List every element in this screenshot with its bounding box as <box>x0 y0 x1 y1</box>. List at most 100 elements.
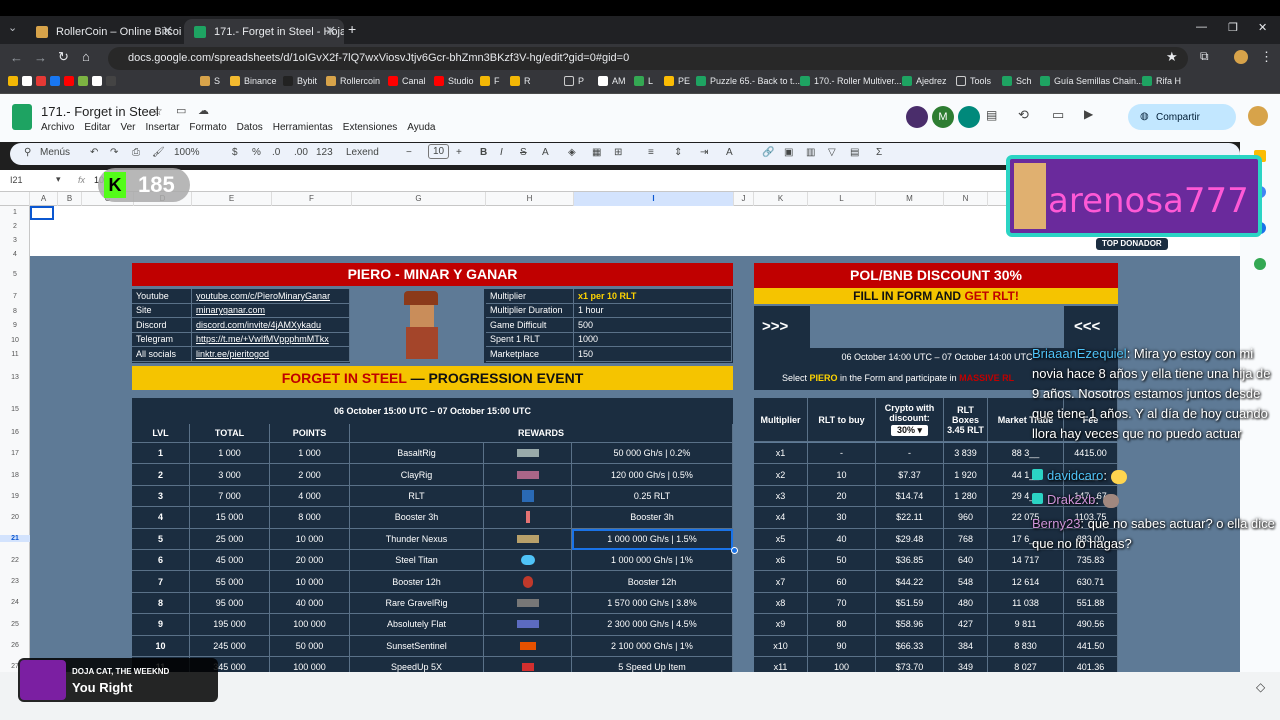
table-cell[interactable]: 630.71 <box>1064 571 1118 593</box>
table-cell[interactable]: 50 000 <box>270 635 350 657</box>
table-cell[interactable]: 10 000 <box>270 571 350 593</box>
menu-archivo[interactable]: Archivo <box>41 122 74 133</box>
merge-icon[interactable]: ⊞ <box>614 147 622 158</box>
table-cell[interactable] <box>484 571 572 593</box>
table-cell[interactable]: 100 000 <box>270 614 350 636</box>
zoom-select[interactable]: 100% <box>174 147 200 158</box>
social-link[interactable]: discord.com/invite/4jAMXykadu <box>192 318 350 333</box>
table-cell[interactable] <box>484 592 572 615</box>
table-cell[interactable]: 5 <box>132 528 190 550</box>
redo-icon[interactable]: ↷ <box>110 147 118 158</box>
table-cell[interactable]: Thunder Nexus <box>350 528 484 550</box>
home-icon[interactable]: ⌂ <box>82 49 90 64</box>
forward-icon[interactable]: → <box>34 50 47 65</box>
column-header[interactable]: G <box>352 192 486 206</box>
search-icon[interactable]: ⚲ <box>24 147 31 158</box>
table-cell[interactable]: 100 <box>808 657 876 672</box>
font-select[interactable]: Lexend <box>346 147 379 158</box>
maps-icon[interactable] <box>1254 258 1266 270</box>
filter-icon[interactable]: ▽ <box>828 147 836 158</box>
table-cell[interactable]: 384 <box>944 635 988 657</box>
tab-sheets[interactable]: 171.- Forget in Steel - Hojas de ✕ <box>184 19 344 44</box>
column-header[interactable]: M <box>876 192 944 206</box>
percent-icon[interactable]: % <box>252 147 261 158</box>
bookmark-item[interactable]: F <box>480 76 500 86</box>
doc-title[interactable]: 171.- Forget in Steel <box>41 104 159 119</box>
table-cell[interactable]: 4415.00 <box>1064 443 1118 465</box>
table-cell[interactable]: 441.50 <box>1064 635 1118 657</box>
bookmark-item[interactable]: Bybit <box>283 76 317 86</box>
table-cell[interactable]: 40 <box>808 528 876 550</box>
table-cell[interactable]: $44.22 <box>876 571 944 593</box>
social-link[interactable]: youtube.com/c/PieroMinaryGanar <box>192 289 350 304</box>
table-cell[interactable]: 2 300 000 Gh/s | 4.5% <box>572 614 733 636</box>
font-size-input[interactable]: 10 <box>428 144 450 159</box>
table-cell[interactable]: 1 280 <box>944 485 988 508</box>
table-cell[interactable]: 7 000 <box>190 485 270 508</box>
table-cell[interactable]: $22.11 <box>876 507 944 529</box>
table-cell[interactable]: $51.59 <box>876 592 944 615</box>
close-icon[interactable]: ✕ <box>325 23 336 39</box>
table-cell[interactable]: 245 000 <box>190 635 270 657</box>
profile-avatar[interactable] <box>1234 50 1248 64</box>
valign-icon[interactable]: ⇕ <box>674 147 682 158</box>
bookmark-item[interactable]: Puzzle 65.- Back to t... <box>696 76 800 86</box>
collaborator-avatar[interactable] <box>958 106 980 128</box>
row-header[interactable]: 9 <box>0 322 30 329</box>
table-cell[interactable]: x11 <box>754 657 808 672</box>
sheets-logo-icon[interactable] <box>12 104 32 130</box>
paint-format-icon[interactable]: 🖌 <box>152 147 165 158</box>
link-icon[interactable]: 🔗 <box>762 147 774 158</box>
table-cell[interactable]: 4 000 <box>270 485 350 508</box>
text-color-icon[interactable]: A <box>542 147 549 158</box>
table-cell[interactable]: 1 000 000 Gh/s | 1% <box>572 550 733 572</box>
tab-rollercoin[interactable]: RollerCoin – Online Bitcoin Mi ✕ <box>26 19 181 44</box>
table-cell[interactable]: ClayRig <box>350 464 484 486</box>
table-cell[interactable]: 4 <box>132 507 190 529</box>
table-cell[interactable]: 0.25 RLT <box>572 485 733 508</box>
table-cell[interactable]: RLT <box>350 485 484 508</box>
row-header[interactable]: 22 <box>0 557 30 564</box>
table-cell[interactable]: 1 000 <box>270 443 350 465</box>
table-cell[interactable]: 8 027 <box>988 657 1064 672</box>
history-icon[interactable]: ⟲ <box>1018 107 1029 123</box>
table-cell[interactable]: 3 839 <box>944 443 988 465</box>
row-header-selected[interactable]: 21 <box>0 535 30 542</box>
table-cell[interactable]: 70 <box>808 592 876 615</box>
table-cell[interactable]: 10 <box>808 464 876 486</box>
row-header[interactable]: 10 <box>0 337 30 344</box>
table-cell[interactable]: 120 000 Gh/s | 0.5% <box>572 464 733 486</box>
table-cell[interactable]: 960 <box>944 507 988 529</box>
table-cell[interactable]: 195 000 <box>190 614 270 636</box>
row-header[interactable]: 18 <box>0 472 30 479</box>
table-cell[interactable]: $66.33 <box>876 635 944 657</box>
table-cell[interactable]: 50 <box>808 550 876 572</box>
table-cell[interactable]: 349 <box>944 657 988 672</box>
table-cell[interactable]: 10 <box>132 635 190 657</box>
menus-search[interactable]: Menús <box>40 147 70 158</box>
bookmark-item[interactable]: R <box>510 76 531 86</box>
row-header[interactable]: 19 <box>0 493 30 500</box>
table-cell[interactable]: 490.56 <box>1064 614 1118 636</box>
bookmark-item[interactable]: Studio <box>434 76 474 86</box>
row-header[interactable]: 25 <box>0 621 30 628</box>
table-cell[interactable]: Absolutely Flat <box>350 614 484 636</box>
decrease-decimal-icon[interactable]: .0 <box>272 147 280 158</box>
table-cell[interactable]: 45 000 <box>190 550 270 572</box>
table-cell[interactable]: 40 000 <box>270 592 350 615</box>
undo-icon[interactable]: ↶ <box>90 147 98 158</box>
table-cell[interactable]: $58.96 <box>876 614 944 636</box>
row-header[interactable]: 1 <box>0 209 30 216</box>
menu-ver[interactable]: Ver <box>120 122 135 133</box>
row-header[interactable]: 11 <box>0 351 30 358</box>
bookmark-star-icon[interactable]: ★ <box>1166 49 1178 65</box>
social-link[interactable]: linktr.ee/pieritogod <box>192 347 350 362</box>
table-cell[interactable]: 3 <box>132 485 190 508</box>
new-tab-icon[interactable]: + <box>348 21 356 37</box>
table-cell[interactable]: 95 000 <box>190 592 270 615</box>
back-icon[interactable]: ← <box>10 50 23 65</box>
table-cell[interactable]: 480 <box>944 592 988 615</box>
font-size-increase-icon[interactable]: + <box>456 147 462 158</box>
reload-icon[interactable]: ↻ <box>58 49 69 65</box>
row-header[interactable]: 23 <box>0 578 30 585</box>
